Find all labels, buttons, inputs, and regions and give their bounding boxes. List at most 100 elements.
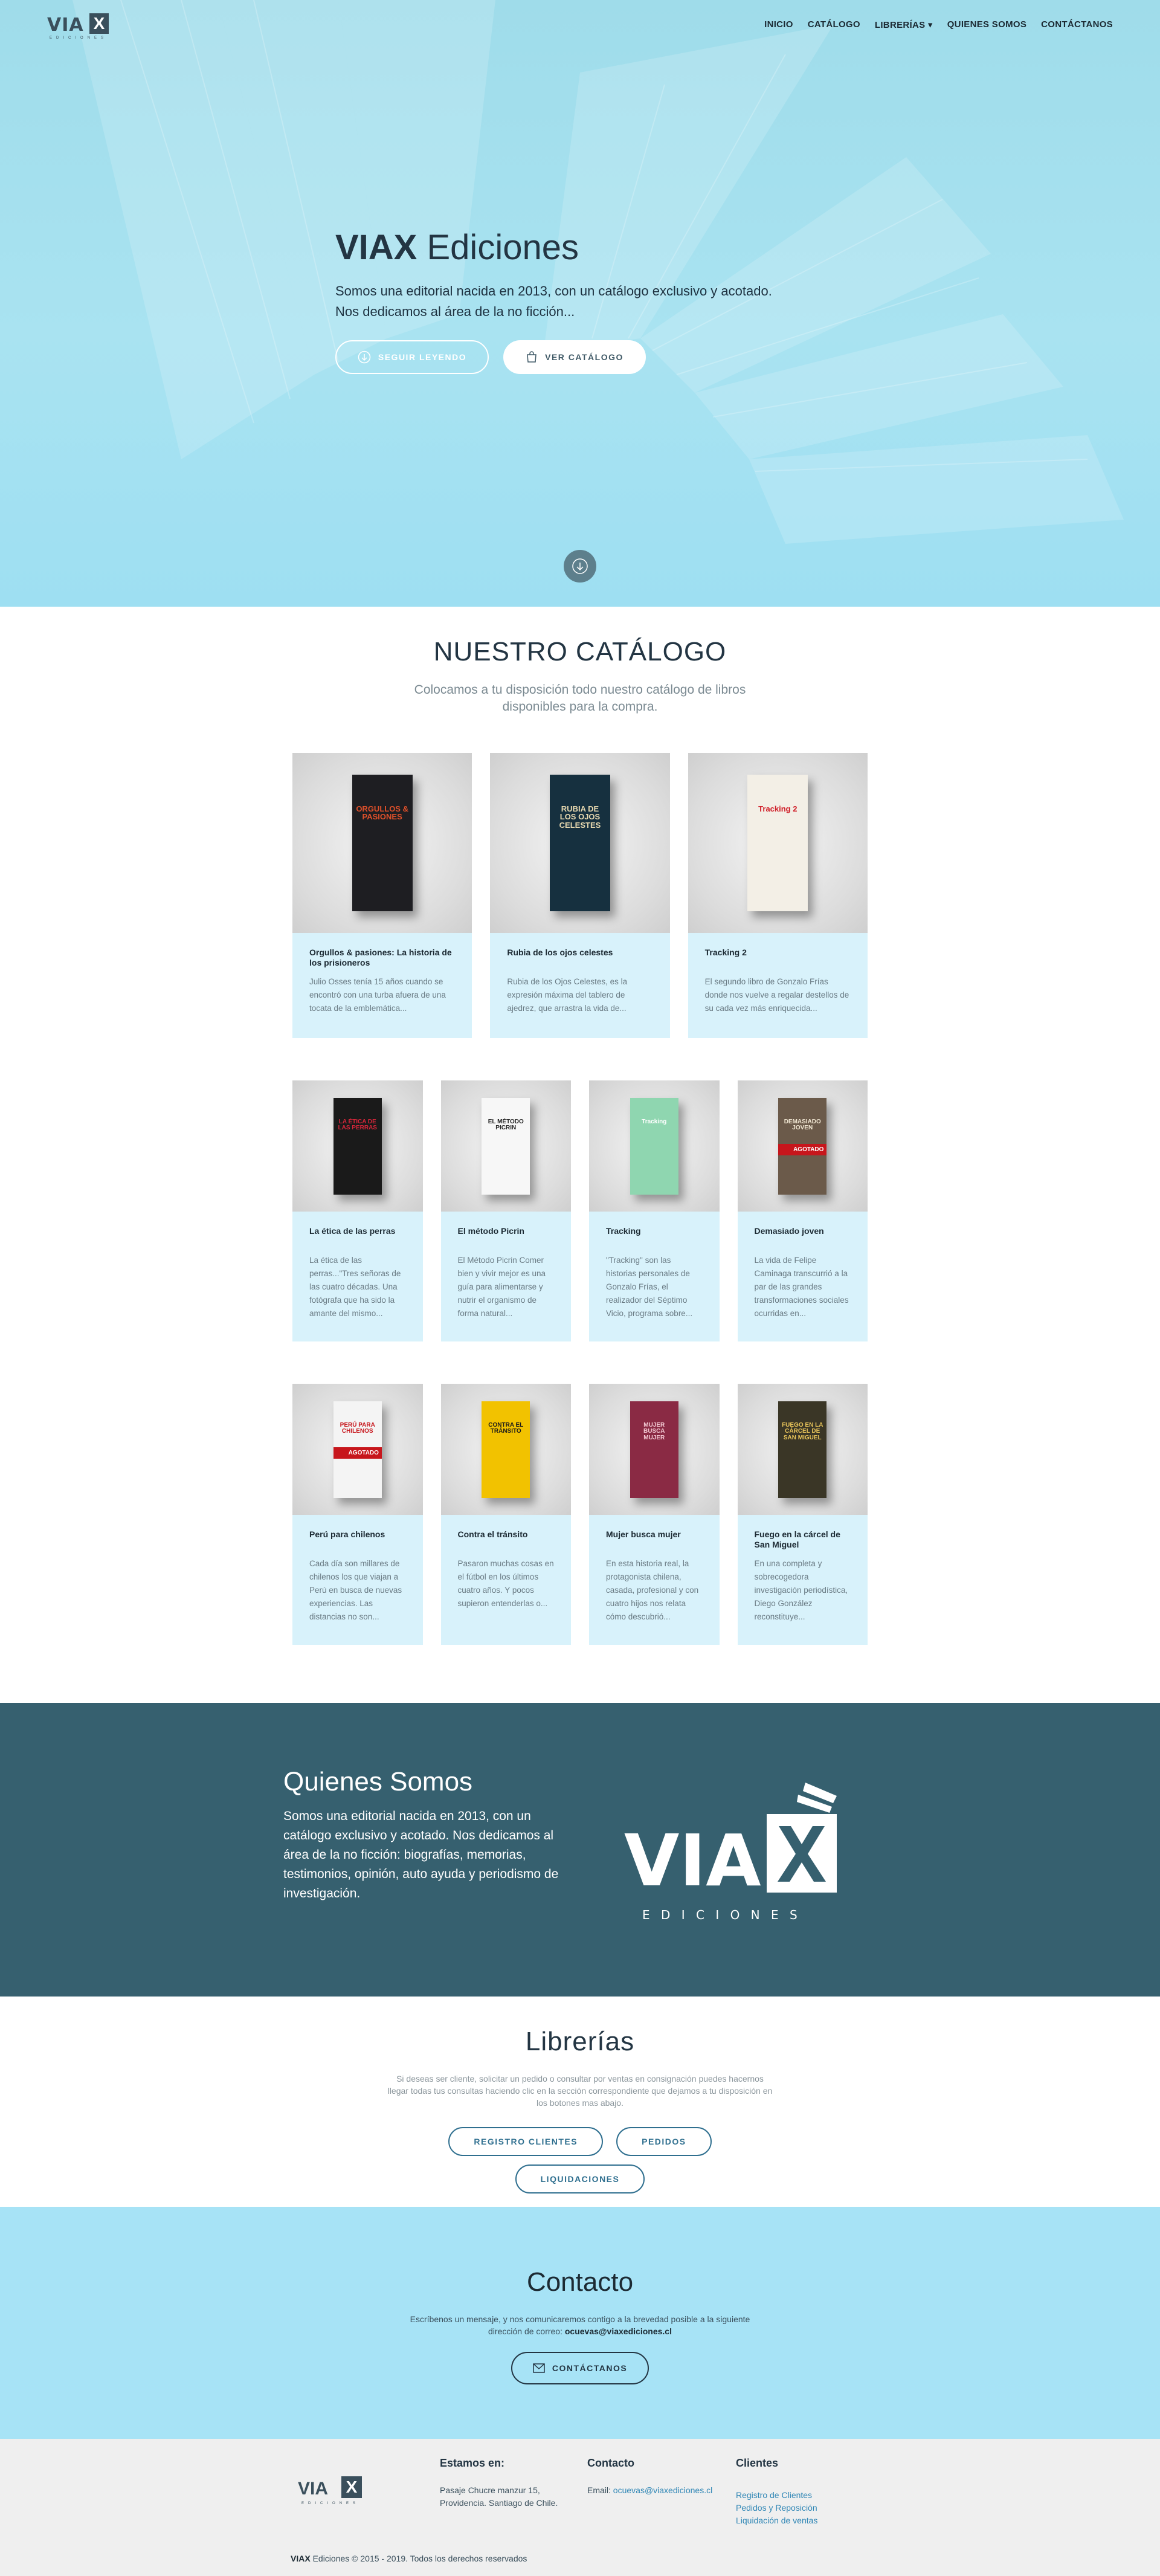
book-cover: DEMASIADO JOVEN AGOTADO (778, 1097, 827, 1195)
book-description: Julio Osses tenía 15 años cuando se enco… (309, 977, 446, 1013)
librerias-title: Librerías (525, 2027, 635, 2056)
book-cover-title: DEMASIADO JOVEN (784, 1118, 821, 1132)
ver-catalogo-button[interactable]: VER CATÁLOGO (503, 340, 646, 374)
book-title[interactable]: La ética de las perras (309, 1226, 406, 1247)
book-card[interactable]: EL MÉTODO PICRIN El método Picrin El Métod… (440, 1080, 572, 1341)
book-cover: CONTRA EL TRÁNSITO (482, 1401, 530, 1498)
registro-clientes-button[interactable]: REGISTRO CLIENTES (448, 2127, 604, 2156)
logo-ediciones-text: E D I C I O N E S (642, 1908, 801, 1922)
footer-link-registro[interactable]: Registro de Clientes (736, 2490, 812, 2500)
book-card-body: Tracking "Tracking" son las historias per… (589, 1212, 720, 1335)
book-card[interactable]: ORGULLOS & PASIONES Orgullos & pasiones: … (292, 753, 472, 1038)
main-menu: INICIO CATÁLOGO LIBRERÍAS ▾ QUIENES SOMO… (764, 19, 1113, 30)
catalog-row-1: ORGULLOS & PASIONES Orgullos & pasiones: … (292, 753, 868, 1038)
hero-title: VIAX Ediciones (335, 227, 879, 268)
book-cover-title: EL MÉTODO PICRIN (488, 1118, 524, 1132)
book-title[interactable]: Tracking 2 (705, 947, 851, 968)
book-card[interactable]: DEMASIADO JOVEN AGOTADO Demasiado joven La … (737, 1080, 868, 1341)
book-cover: Tracking (630, 1097, 678, 1195)
nav-librerias-dropdown[interactable]: LIBRERÍAS ▾ (875, 19, 933, 30)
book-cover-area[interactable]: CONTRA EL TRÁNSITO (440, 1384, 571, 1515)
book-description: "Tracking" son las historias personales … (606, 1256, 693, 1318)
book-card[interactable]: Tracking 2 Tracking 2 El segundo libro de … (688, 753, 868, 1038)
book-cover-area[interactable]: LA ÉTICA DE LAS PERRAS (292, 1080, 423, 1212)
book-cover-area[interactable]: DEMASIADO JOVEN AGOTADO (737, 1080, 868, 1212)
book-card-body: Contra el tránsito Pasaron muchas cosas e… (441, 1515, 572, 1625)
pedidos-button[interactable]: PEDIDOS (616, 2127, 712, 2156)
shopping-bag-icon (527, 351, 536, 363)
scroll-down-button[interactable] (564, 550, 596, 583)
logo-x: X (89, 13, 109, 34)
contact-description: Escríbenos un mensaje, y nos comunicarem… (393, 2313, 767, 2337)
book-cover: FUEGO EN LA CÁRCEL DE SAN MIGUEL (778, 1401, 827, 1498)
nav-inicio[interactable]: INICIO (764, 19, 793, 30)
nav-catalogo[interactable]: CATÁLOGO (808, 19, 860, 30)
book-title[interactable]: Contra el tránsito (458, 1529, 555, 1550)
book-title[interactable]: Mujer busca mujer (606, 1529, 703, 1550)
footer-contact-column: Contacto Email: ocuevas@viaxediciones.cl (587, 2457, 732, 2497)
contact-email[interactable]: ocuevas@viaxediciones.cl (565, 2326, 672, 2336)
book-cover-area[interactable]: EL MÉTODO PICRIN (440, 1080, 571, 1212)
footer-link-liquidacion[interactable]: Liquidación de ventas (736, 2516, 817, 2525)
book-card-body: Mujer busca mujer En esta historia real, … (589, 1515, 720, 1638)
book-description: En una completa y sobrecogedora investig… (754, 1559, 848, 1621)
book-title[interactable]: Perú para chilenos (309, 1529, 406, 1550)
book-card[interactable]: PERÚ PARA CHILENOS AGOTADO Perú para chile… (292, 1384, 423, 1645)
librerias-description: Si deseas ser cliente, solicitar un pedi… (387, 2074, 773, 2108)
book-cover-area[interactable]: Tracking (589, 1080, 720, 1212)
book-card[interactable]: Tracking Tracking "Tracking" son las histo… (589, 1080, 720, 1341)
footer-logo-word: VIA (298, 2479, 329, 2499)
about-section: Quienes Somos Somos una editorial nacida… (0, 1703, 1160, 1997)
book-title[interactable]: Tracking (606, 1226, 703, 1247)
book-title[interactable]: Demasiado joven (755, 1226, 851, 1247)
book-card[interactable]: LA ÉTICA DE LAS PERRAS La ética de las pe… (292, 1080, 423, 1341)
hero-buttons: SEGUIR LEYENDO VER CATÁLOGO (335, 340, 879, 374)
nav-contactanos[interactable]: CONTÁCTANOS (1041, 19, 1113, 30)
book-cover-title: RUBIA DE LOS OJOS CELESTES (559, 804, 601, 830)
footer-contact-email-line: Email: ocuevas@viaxediciones.cl (587, 2484, 732, 2497)
book-cover-area[interactable]: PERÚ PARA CHILENOS AGOTADO (292, 1384, 423, 1515)
about-title: Quienes Somos (283, 1767, 473, 1796)
book-card-body: La ética de las perras La ética de las pe… (292, 1212, 423, 1335)
contactanos-label: CONTÁCTANOS (552, 2363, 628, 2373)
footer-address-text: Pasaje Chucre manzur 15, Providencia. Sa… (440, 2485, 558, 2508)
footer-email-link[interactable]: ocuevas@viaxediciones.cl (613, 2485, 712, 2495)
book-card[interactable]: FUEGO EN LA CÁRCEL DE SAN MIGUEL Fuego en… (737, 1384, 868, 1645)
book-description: Cada día son millares de chilenos los qu… (309, 1559, 402, 1621)
agotado-badge: AGOTADO (333, 1447, 382, 1459)
book-title[interactable]: Orgullos & pasiones: La historia de los … (309, 947, 455, 968)
book-card-body: El método Picrin El Método Picrin Comer b… (441, 1212, 572, 1335)
liquidaciones-button[interactable]: LIQUIDACIONES (515, 2164, 645, 2193)
nav-quienes-somos[interactable]: QUIENES SOMOS (947, 19, 1026, 30)
book-cover: EL MÉTODO PICRIN (482, 1097, 530, 1195)
book-cover-area[interactable]: Tracking 2 (688, 753, 868, 933)
book-title[interactable]: El método Picrin (458, 1226, 555, 1247)
book-card[interactable]: RUBIA DE LOS OJOS CELESTES Rubia de los o… (490, 753, 670, 1038)
contactanos-button[interactable]: CONTÁCTANOS (511, 2352, 649, 2384)
book-cover-area[interactable]: ORGULLOS & PASIONES (292, 753, 472, 933)
logo-word: VIA (47, 15, 84, 36)
book-title[interactable]: Fuego en la cárcel de San Miguel (755, 1529, 851, 1550)
book-cover-area[interactable]: RUBIA DE LOS OJOS CELESTES (490, 753, 670, 933)
book-cover-title: FUEGO EN LA CÁRCEL DE SAN MIGUEL (782, 1421, 823, 1441)
logo-via-text: VIA (624, 1819, 761, 1902)
book-card[interactable]: MUJER BUSCA MUJER Mujer busca mujer En est… (589, 1384, 720, 1645)
footer-logo-x: X (341, 2476, 362, 2498)
book-card-body: Demasiado joven La vida de Felipe Caminag… (738, 1212, 868, 1335)
footer-logo[interactable]: VIA X EDICIONES (298, 2471, 364, 2505)
hero-description: Somos una editorial nacida en 2013, con … (335, 281, 879, 322)
footer-address-title: Estamos en: (440, 2457, 505, 2469)
hero-title-brand: VIAX (335, 228, 417, 267)
contact-title: Contacto (526, 2267, 634, 2297)
book-cover-area[interactable]: FUEGO EN LA CÁRCEL DE SAN MIGUEL (737, 1384, 868, 1515)
book-card[interactable]: CONTRA EL TRÁNSITO Contra el tránsito Pasa… (440, 1384, 572, 1645)
copyright-brand: VIAX (291, 2554, 311, 2563)
footer-link-pedidos[interactable]: Pedidos y Reposición (736, 2503, 817, 2513)
book-cover-area[interactable]: MUJER BUSCA MUJER (589, 1384, 720, 1515)
book-description: Pasaron muchas cosas en el fútbol en los… (457, 1559, 554, 1608)
envelope-icon (533, 2363, 545, 2373)
seguir-leyendo-button[interactable]: SEGUIR LEYENDO (335, 340, 489, 374)
header-logo[interactable]: VIA X EDICIONES (47, 10, 114, 40)
catalog-title: NUESTRO CATÁLOGO (433, 637, 727, 667)
book-title[interactable]: Rubia de los ojos celestes (507, 947, 652, 968)
